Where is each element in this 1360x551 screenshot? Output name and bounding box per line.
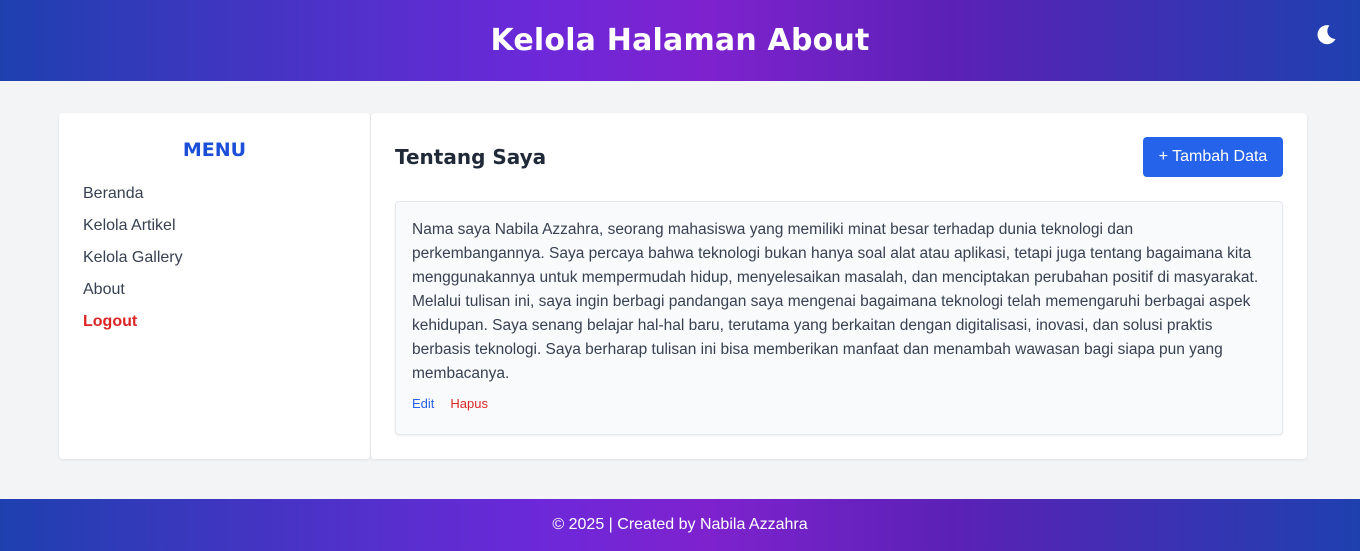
- sidebar-item-kelola-gallery[interactable]: Kelola Gallery: [83, 249, 183, 266]
- theme-toggle-button[interactable]: [1312, 22, 1340, 50]
- app-footer: © 2025 | Created by Nabila Azzahra: [0, 499, 1360, 551]
- sidebar: MENU Beranda Kelola Artikel Kelola Galle…: [59, 113, 370, 459]
- delete-link[interactable]: Hapus: [450, 396, 488, 411]
- section-title: Tentang Saya: [395, 145, 547, 169]
- add-data-button[interactable]: + Tambah Data: [1143, 137, 1283, 177]
- about-text: Nama saya Nabila Azzahra, seorang mahasi…: [412, 221, 1259, 382]
- about-entry-card: Nama saya Nabila Azzahra, seorang mahasi…: [395, 201, 1283, 435]
- sidebar-item-beranda[interactable]: Beranda: [83, 185, 144, 202]
- card-actions: Edit Hapus: [412, 396, 1266, 411]
- sidebar-item-kelola-artikel[interactable]: Kelola Artikel: [83, 217, 176, 234]
- sidebar-item-logout[interactable]: Logout: [83, 313, 137, 330]
- edit-link[interactable]: Edit: [412, 396, 434, 411]
- sidebar-item-about[interactable]: About: [83, 281, 125, 298]
- moon-icon: [1314, 24, 1338, 50]
- main-panel: Tentang Saya + Tambah Data Nama saya Nab…: [371, 113, 1307, 459]
- footer-text: © 2025 | Created by Nabila Azzahra: [552, 516, 808, 533]
- app-header: Kelola Halaman About: [0, 0, 1360, 81]
- sidebar-menu: Beranda Kelola Artikel Kelola Gallery Ab…: [59, 177, 370, 337]
- menu-heading: MENU: [182, 139, 247, 161]
- page-title: Kelola Halaman About: [490, 23, 870, 58]
